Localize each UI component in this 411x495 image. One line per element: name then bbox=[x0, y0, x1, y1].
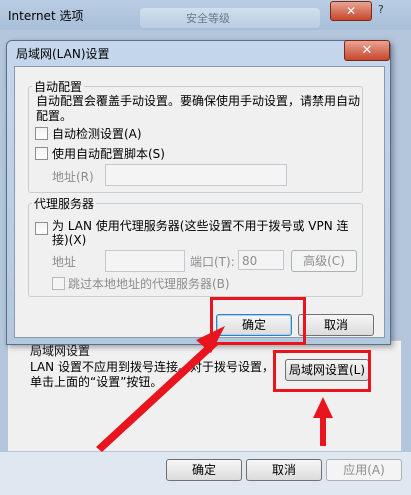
annotation-arrows bbox=[96, 326, 333, 452]
arrow-to-lan-settings bbox=[313, 397, 333, 446]
arrow-to-ok bbox=[96, 326, 225, 452]
